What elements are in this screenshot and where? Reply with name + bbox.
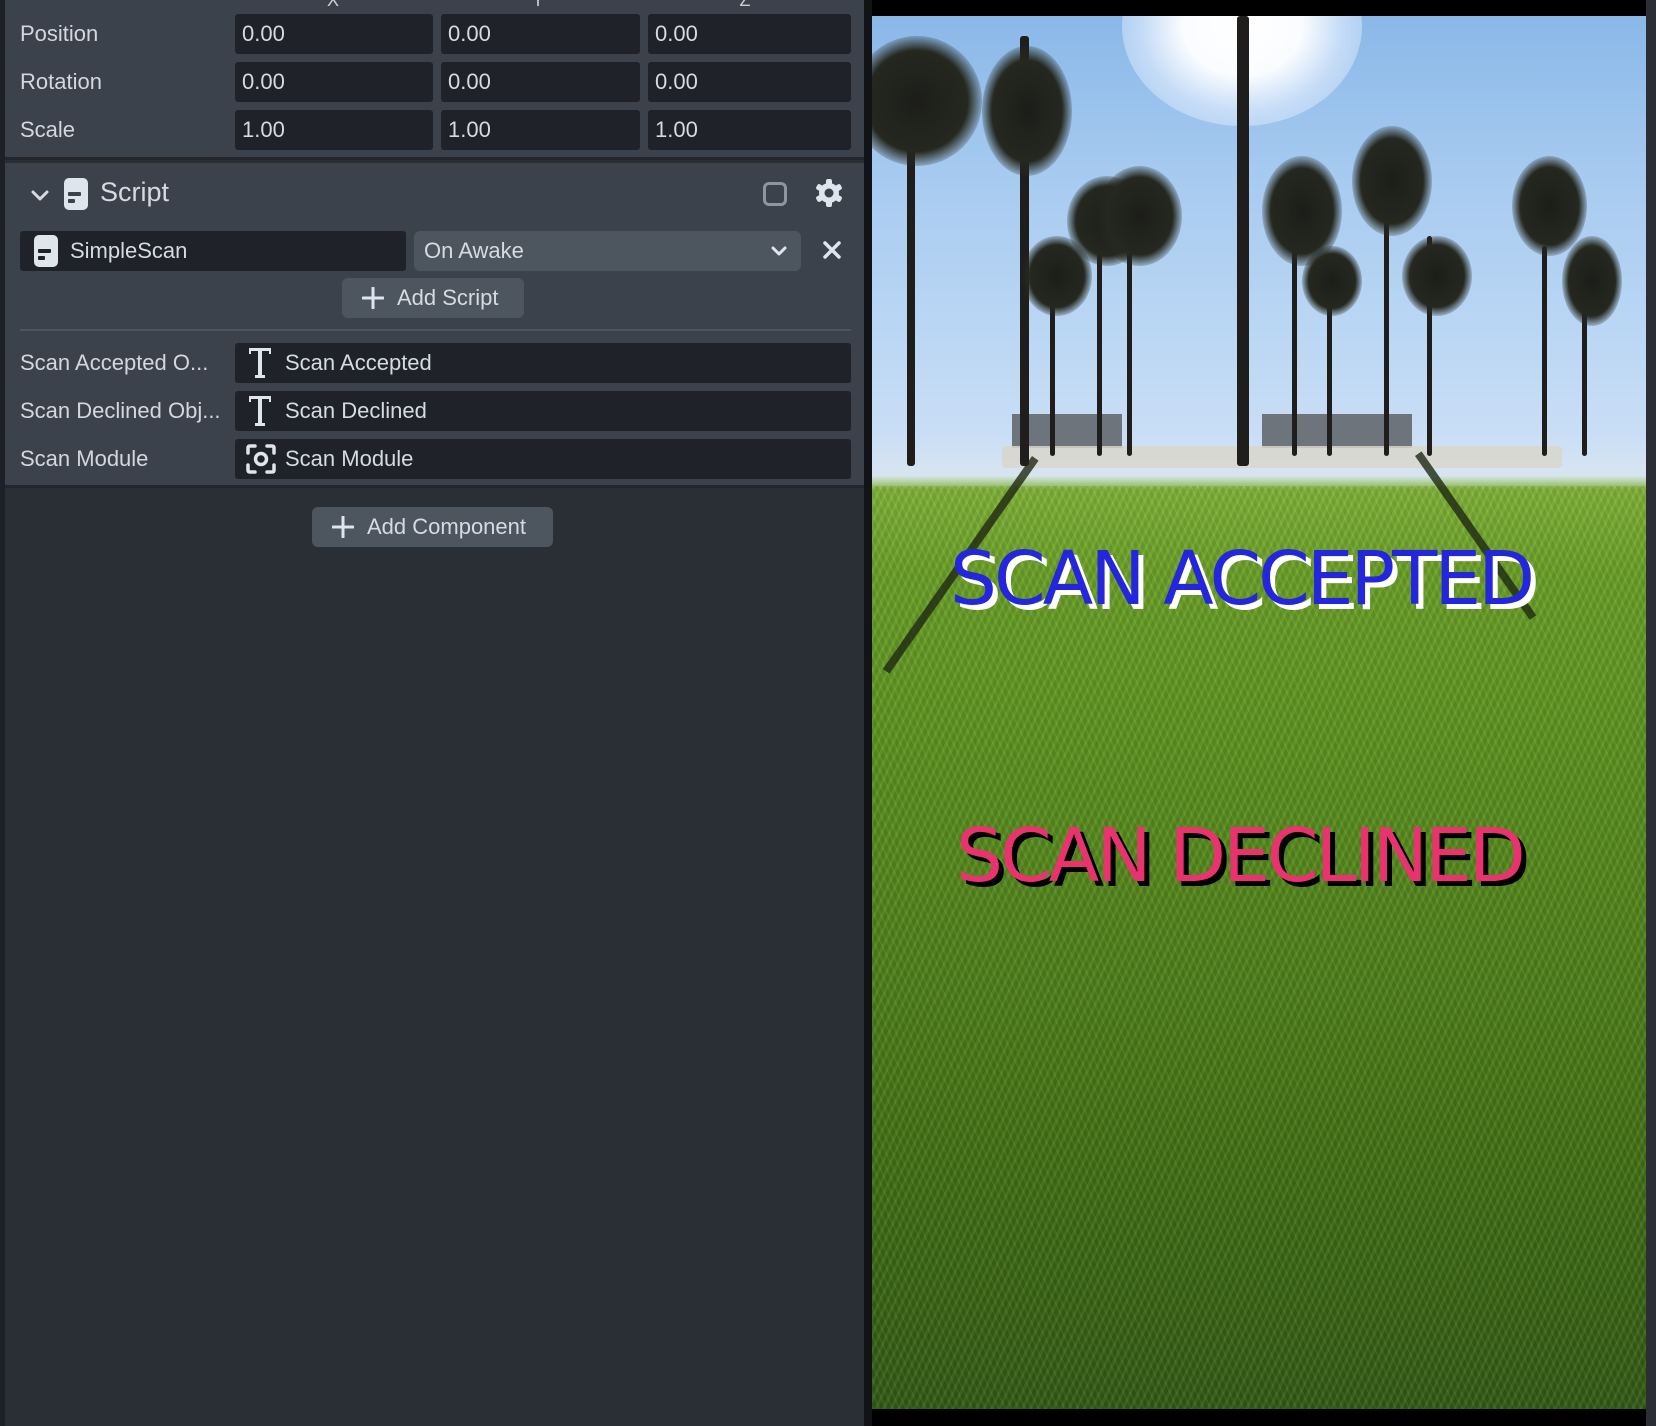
palm-trunk xyxy=(1237,16,1249,466)
add-component-button[interactable]: Add Component xyxy=(312,507,553,547)
palm-fronds xyxy=(1402,236,1472,316)
palm-fronds xyxy=(1562,236,1622,326)
palm-trunk xyxy=(1384,206,1389,456)
scan-module-object-value: Scan Module xyxy=(285,446,414,471)
palm-fronds xyxy=(1022,236,1092,316)
collapse-chevron-icon[interactable] xyxy=(29,185,51,207)
position-label: Position xyxy=(20,21,99,46)
scan-module-label: Scan Module xyxy=(20,446,149,471)
axis-label-x: X xyxy=(326,0,339,10)
event-dropdown-value: On Awake xyxy=(424,238,524,263)
plus-icon xyxy=(362,287,384,309)
palm-fronds xyxy=(1512,156,1587,256)
scan-icon xyxy=(246,444,276,474)
scan-accepted-label: Scan Accepted O... xyxy=(20,350,209,375)
scale-label: Scale xyxy=(20,117,76,142)
axis-label-z: Z xyxy=(739,0,751,10)
add-script-button[interactable]: Add Script xyxy=(342,278,524,318)
right-edge-strip xyxy=(1646,0,1656,1426)
palm-fronds xyxy=(1097,166,1182,266)
remove-script-close-icon[interactable] xyxy=(818,236,846,264)
grass xyxy=(872,486,1646,1409)
scan-accepted-object-value: Scan Accepted xyxy=(285,350,432,375)
script-component-section: Script SimpleScan On Awake Add Script Sc… xyxy=(5,163,864,488)
text-icon xyxy=(249,348,271,378)
script-file-icon xyxy=(64,178,88,210)
walkway xyxy=(1002,446,1562,468)
palm-fronds xyxy=(872,36,982,166)
script-asset-name: SimpleScan xyxy=(70,238,188,263)
position-y-input[interactable]: 0.00 xyxy=(441,14,640,54)
palm-trunk xyxy=(907,136,915,466)
background-wall xyxy=(1262,414,1412,448)
component-title: Script xyxy=(100,177,170,207)
script-file-icon xyxy=(34,235,58,267)
event-dropdown[interactable]: On Awake xyxy=(414,231,801,271)
section-divider xyxy=(20,329,851,331)
palm-fronds xyxy=(1352,126,1432,236)
scan-module-object-field[interactable]: Scan Module xyxy=(235,439,851,479)
inspector-panel: X Y Z Position 0.00 0.00 0.00 Rotation 0… xyxy=(0,0,864,1426)
camera-preview-image: SCAN ACCEPTED SCAN DECLINED xyxy=(872,16,1646,1409)
position-z-input[interactable]: 0.00 xyxy=(648,14,851,54)
text-icon xyxy=(249,396,271,426)
rotation-y-input[interactable]: 0.00 xyxy=(441,62,640,102)
palm-fronds xyxy=(982,46,1072,176)
scan-accepted-object-field[interactable]: Scan Accepted xyxy=(235,343,851,383)
ar-text-scan-accepted: SCAN ACCEPTED xyxy=(950,536,1535,622)
scale-z-input[interactable]: 1.00 xyxy=(648,110,851,150)
scale-x-input[interactable]: 1.00 xyxy=(235,110,433,150)
script-asset-field[interactable]: SimpleScan xyxy=(20,231,406,271)
gear-icon[interactable] xyxy=(814,178,844,208)
palm-fronds xyxy=(1302,246,1362,316)
transform-section: X Y Z Position 0.00 0.00 0.00 Rotation 0… xyxy=(5,0,864,160)
rotation-z-input[interactable]: 0.00 xyxy=(648,62,851,102)
scan-declined-object-field[interactable]: Scan Declined xyxy=(235,391,851,431)
enable-checkbox[interactable] xyxy=(763,182,787,206)
palm-trunk xyxy=(1542,246,1547,456)
ar-text-scan-declined: SCAN DECLINED xyxy=(956,813,1526,899)
plus-icon xyxy=(332,516,354,538)
position-x-input[interactable]: 0.00 xyxy=(235,14,433,54)
rotation-label: Rotation xyxy=(20,69,102,94)
add-script-label: Add Script xyxy=(397,285,499,310)
scan-declined-label: Scan Declined Obj... xyxy=(20,398,221,423)
rotation-x-input[interactable]: 0.00 xyxy=(235,62,433,102)
scale-y-input[interactable]: 1.00 xyxy=(441,110,640,150)
axis-label-y: Y xyxy=(531,0,544,10)
panel-splitter[interactable] xyxy=(864,0,872,1426)
chevron-down-icon xyxy=(771,246,787,256)
scan-declined-object-value: Scan Declined xyxy=(285,398,427,423)
add-component-label: Add Component xyxy=(367,514,526,539)
preview-panel: SCAN ACCEPTED SCAN DECLINED xyxy=(872,0,1646,1426)
